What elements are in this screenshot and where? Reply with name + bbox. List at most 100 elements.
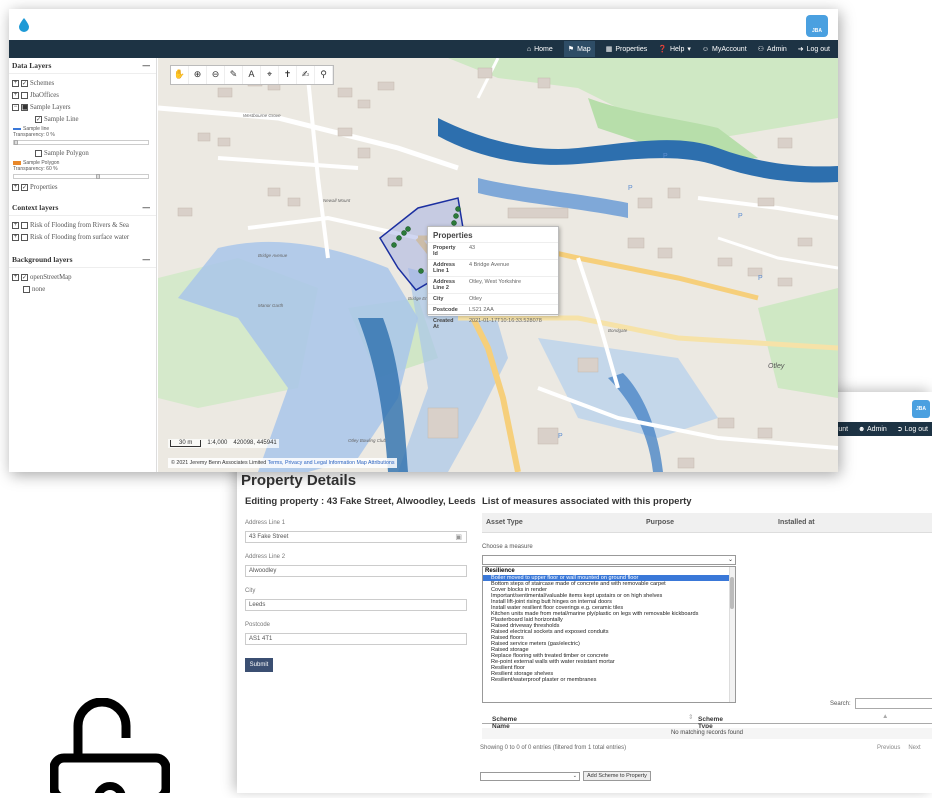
- previous-button[interactable]: Previous: [877, 745, 900, 751]
- submit-button[interactable]: Submit: [245, 658, 273, 672]
- nav-help[interactable]: ❓ Help ▾: [658, 45, 691, 54]
- col-installed-at[interactable]: Installed at: [778, 519, 815, 526]
- layer-label: Risk of Flooding from surface water: [30, 234, 130, 241]
- measure-select[interactable]: ⌄: [482, 555, 736, 565]
- clear-icon[interactable]: ▣: [455, 533, 462, 541]
- schemes-table-header: Scheme Name ⇕ Scheme Type ▲: [482, 710, 932, 730]
- city-label: City: [245, 588, 256, 594]
- measure-option[interactable]: Resilient/waterproof plaster or membrane…: [483, 677, 735, 683]
- expand-icon[interactable]: +: [12, 92, 19, 99]
- col-purpose[interactable]: Purpose: [646, 519, 674, 526]
- map-attributions-link[interactable]: Map Attributions: [357, 460, 395, 466]
- nav-logout-label: Log out: [904, 426, 928, 433]
- zoom-in-icon[interactable]: ⊕: [189, 66, 207, 84]
- terms-link[interactable]: Terms, Privacy and Legal Information: [268, 460, 355, 466]
- chevron-down-icon: ⌄: [572, 773, 577, 779]
- checkbox-unchecked[interactable]: [23, 286, 30, 293]
- col-asset-type[interactable]: Asset Type: [486, 519, 523, 526]
- address1-value: 43 Fake Street: [249, 534, 289, 540]
- minimize-icon[interactable]: —: [143, 255, 151, 264]
- checkbox-checked[interactable]: ✓: [35, 116, 42, 123]
- marker-pin-icon[interactable]: ✝: [279, 66, 297, 84]
- expand-icon[interactable]: +: [12, 234, 19, 241]
- sort-asc-icon[interactable]: ▲: [882, 713, 888, 720]
- checkbox-unchecked[interactable]: [21, 222, 28, 229]
- ruler-icon[interactable]: ✎: [225, 66, 243, 84]
- address1-input[interactable]: 43 Fake Street ▣: [245, 531, 467, 543]
- nav-map[interactable]: ⚑ Map: [563, 41, 595, 57]
- popup-value: LS21 2AA: [464, 304, 558, 316]
- layer-properties[interactable]: + ✓ Properties: [9, 182, 156, 194]
- background-layers-header[interactable]: Background layers —: [9, 252, 156, 268]
- popup-value: Otley: [464, 293, 558, 305]
- checkbox-checked[interactable]: ✓: [21, 80, 28, 87]
- pan-hand-icon[interactable]: ✋: [171, 66, 189, 84]
- expand-icon[interactable]: +: [12, 184, 19, 191]
- font-icon[interactable]: A: [243, 66, 261, 84]
- city-input[interactable]: Leeds: [245, 599, 467, 611]
- nav-properties[interactable]: ▦ Properties: [606, 45, 648, 54]
- nav-admin[interactable]: ⚇ Admin: [758, 45, 787, 54]
- nav-logout-link[interactable]: ➲ Log out: [897, 425, 928, 433]
- data-layers-header[interactable]: Data Layers —: [9, 58, 156, 74]
- checkbox-checked[interactable]: ✓: [21, 274, 28, 281]
- address2-label: Address Line 2: [245, 554, 286, 560]
- expand-icon[interactable]: +: [12, 274, 19, 281]
- address2-input[interactable]: Alwoodley: [245, 565, 467, 577]
- popup-key: Postcode: [428, 304, 464, 316]
- nav-log-out[interactable]: ➜ Log out: [798, 45, 830, 54]
- dropdown-scrollbar[interactable]: [729, 567, 735, 702]
- select-area-icon[interactable]: ⌖: [261, 66, 279, 84]
- scheme-select[interactable]: ⌄: [480, 772, 580, 781]
- layer-sample-line[interactable]: ✓ Sample Line: [9, 114, 156, 126]
- transparency-slider[interactable]: [13, 174, 149, 179]
- add-scheme-button[interactable]: Add Scheme to Property: [583, 771, 651, 781]
- context-layers-header[interactable]: Context layers —: [9, 200, 156, 216]
- transparency-slider[interactable]: [13, 140, 149, 145]
- svg-text:P: P: [628, 185, 633, 192]
- layer-openstreetmap[interactable]: + ✓ openStreetMap: [9, 272, 156, 284]
- pagination: Previous Next: [877, 745, 921, 751]
- measure-dropdown-list[interactable]: Resilience Boiler moved to upper floor o…: [482, 566, 736, 703]
- map-canvas[interactable]: P P P P P Westbourne Grove Newall Mount Brid…: [158, 58, 838, 472]
- brand-logo[interactable]: JBA: [912, 400, 930, 418]
- place-label: Otley: [768, 363, 785, 370]
- minimize-icon[interactable]: —: [143, 203, 151, 212]
- nav-myaccount[interactable]: ☺ MyAccount: [702, 46, 747, 53]
- slider-handle[interactable]: [96, 174, 100, 179]
- search-input[interactable]: [855, 698, 932, 709]
- layer-sample-polygon[interactable]: Sample Polygon: [9, 148, 156, 160]
- layer-jbaoffices[interactable]: + JbaOffices: [9, 90, 156, 102]
- layer-sample-layers[interactable]: − ■ Sample Layers: [9, 102, 156, 114]
- next-button[interactable]: Next: [908, 745, 920, 751]
- water-drop-icon[interactable]: [19, 18, 29, 37]
- checkbox-unchecked[interactable]: [35, 150, 42, 157]
- checkbox-checked[interactable]: ✓: [21, 184, 28, 191]
- expand-icon[interactable]: +: [12, 80, 19, 87]
- checkbox-unchecked[interactable]: [21, 234, 28, 241]
- layer-river-flooding[interactable]: + Risk of Flooding from Rivers & Sea: [9, 220, 156, 232]
- layer-surface-water[interactable]: + Risk of Flooding from surface water: [9, 232, 156, 244]
- popup-key: Address Line 2: [428, 276, 464, 294]
- postcode-input[interactable]: AS1 4T1: [245, 633, 467, 645]
- scrollbar-thumb[interactable]: [730, 577, 734, 609]
- zoom-search-icon[interactable]: ⚲: [315, 66, 333, 84]
- nav-home[interactable]: ⌂ Home: [527, 46, 553, 53]
- nav-label: Map: [577, 45, 591, 53]
- checkbox-unchecked[interactable]: [21, 92, 28, 99]
- checkbox-partial[interactable]: ■: [21, 104, 28, 111]
- scale-ratio: 1:4,000: [207, 440, 228, 446]
- expand-icon[interactable]: +: [12, 222, 19, 229]
- chevron-down-icon: ⌄: [727, 557, 733, 563]
- brand-logo[interactable]: JBA: [806, 15, 828, 37]
- layer-none[interactable]: none: [9, 284, 156, 296]
- popup-value: Otley, West Yorkshire: [464, 276, 558, 294]
- collapse-icon[interactable]: −: [12, 104, 19, 111]
- slider-handle[interactable]: [14, 140, 18, 145]
- sort-icon[interactable]: ⇕: [688, 713, 693, 721]
- nav-admin-link[interactable]: ☻ Admin: [858, 426, 887, 433]
- zoom-out-icon[interactable]: ⊖: [207, 66, 225, 84]
- edit-icon[interactable]: ✍: [297, 66, 315, 84]
- layer-schemes[interactable]: + ✓ Schemes: [9, 78, 156, 90]
- minimize-icon[interactable]: —: [143, 61, 151, 70]
